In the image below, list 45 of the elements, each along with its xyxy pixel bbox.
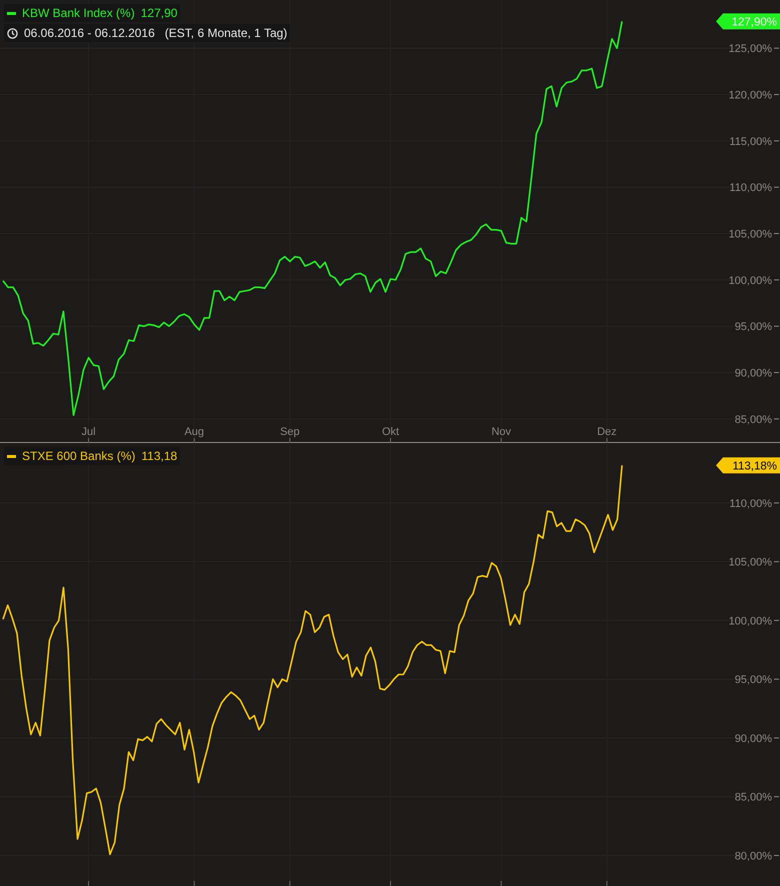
last-value-badge: 113,18% [716,457,780,474]
month-label: Nov [491,426,511,438]
axis-label: 115,00% [729,136,772,148]
axis-label: 110,00% [729,182,772,194]
axis-label: 90,00% [734,732,772,745]
legend-swatch-icon [7,454,16,458]
month-label: Aug [184,426,204,438]
axis-tick [500,880,502,886]
axis-label: 120,00% [728,90,772,102]
date-range: 06.06.2016 - 06.12.2016 [24,27,155,39]
axis-label: 95,00% [734,674,772,686]
legend-value: 127,90 [140,7,178,19]
axis-label: 80,00% [734,850,772,862]
axis-label: 110,00% [729,498,772,510]
legend-swatch-icon [7,12,16,14]
axis-tick [194,438,195,443]
axis-label: 90,00% [734,368,772,380]
clock-icon [7,28,18,38]
axis-tick [390,438,391,443]
legend-value: 113,18 [141,450,178,462]
axis-label: 100,00% [728,615,772,628]
month-label: Dez [597,426,617,438]
axis-tick [289,880,290,886]
month-label: Sep [280,426,300,438]
axis-tick [88,438,90,443]
month-label: Jul [82,426,96,438]
legend-label: KBW Bank Index (%) [22,7,135,19]
month-label: Okt [382,426,400,438]
axis-tick [500,438,502,443]
axis-tick [606,438,608,443]
axis-tick [606,880,608,886]
last-value-badge: 127,90% [716,13,780,30]
axis-tick [88,880,90,886]
legend-label: STXE 600 Banks (%) [22,450,136,462]
axis-tick [194,880,195,886]
axis-label: 125,00% [728,43,772,56]
axis-label: 100,00% [728,274,772,287]
axis-label: 105,00% [728,228,772,241]
axis-label: 105,00% [728,556,772,569]
axis-tick [390,880,391,886]
axis-label: 85,00% [734,792,772,804]
period-details: (EST, 6 Monate, 1 Tag) [164,27,288,39]
axis-tick [289,438,290,443]
axis-label: 85,00% [734,414,772,426]
axis-label: 95,00% [734,321,772,334]
